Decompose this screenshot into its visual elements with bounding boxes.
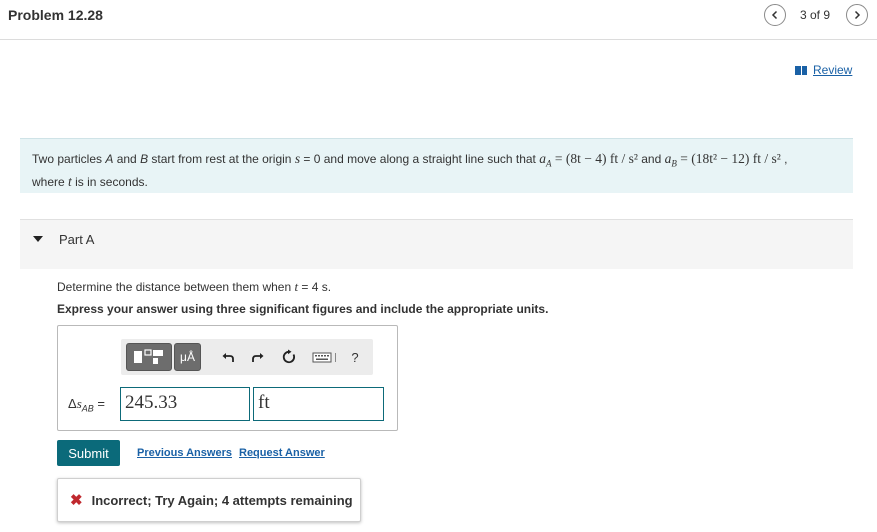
answer-value-input[interactable]: 245.33 bbox=[120, 387, 250, 421]
keyboard-icon bbox=[312, 352, 336, 363]
review-link-container[interactable]: Review bbox=[795, 63, 852, 77]
part-question: Determine the distance between them when… bbox=[57, 279, 332, 294]
answer-variable-label: ΔsAB = bbox=[68, 396, 105, 414]
particle-b: B bbox=[140, 152, 149, 166]
caret-down-icon bbox=[33, 236, 43, 242]
feedback-message: ✖ Incorrect; Try Again; 4 attempts remai… bbox=[57, 478, 361, 522]
reset-icon bbox=[282, 349, 295, 364]
answer-box: μÅ ? ΔsAB = 245.33 ft bbox=[57, 325, 398, 431]
chevron-left-icon bbox=[771, 10, 778, 20]
prompt-text: , bbox=[780, 152, 788, 166]
keyboard-button[interactable] bbox=[311, 347, 339, 367]
top-bar: Problem 12.28 3 of 9 bbox=[0, 0, 877, 40]
x-icon: ✖ bbox=[70, 492, 83, 509]
answer-instruction: Express your answer using three signific… bbox=[57, 302, 549, 316]
prompt-text: is in seconds. bbox=[71, 174, 148, 189]
accel-a-equation: aA = (8t − 4) ft / s² bbox=[539, 151, 638, 169]
redo-button[interactable] bbox=[248, 347, 268, 367]
prompt-text: Two particles bbox=[32, 152, 106, 166]
redo-icon bbox=[252, 353, 264, 362]
previous-problem-button[interactable] bbox=[764, 4, 786, 26]
part-a-header[interactable]: Part A bbox=[20, 219, 853, 269]
prompt-text: = 0 and move along a straight line such … bbox=[300, 152, 540, 166]
problem-pager: 3 of 9 bbox=[800, 8, 831, 22]
previous-answers-link[interactable]: Previous Answers bbox=[137, 447, 232, 459]
request-answer-link[interactable]: Request Answer bbox=[239, 447, 325, 459]
answer-units-input[interactable]: ft bbox=[253, 387, 384, 421]
problem-statement: Two particles A and B start from rest at… bbox=[20, 138, 853, 193]
templates-icon bbox=[134, 349, 163, 364]
chevron-right-icon bbox=[854, 10, 861, 20]
prompt-text: start from rest at the origin bbox=[148, 152, 295, 166]
units-icon: μÅ bbox=[180, 350, 195, 364]
prompt-text: and bbox=[637, 152, 665, 166]
prompt-text: and bbox=[113, 152, 141, 166]
review-link[interactable]: Review bbox=[813, 63, 852, 77]
help-button[interactable]: ? bbox=[345, 347, 365, 367]
problem-title: Problem 12.28 bbox=[8, 7, 103, 23]
templates-button[interactable] bbox=[126, 343, 172, 371]
math-toolbar: μÅ ? bbox=[121, 339, 373, 375]
feedback-text: Incorrect; Try Again; 4 attempts remaini… bbox=[91, 492, 353, 508]
next-problem-button[interactable] bbox=[846, 4, 868, 26]
undo-icon bbox=[222, 353, 234, 362]
submit-button[interactable]: Submit bbox=[57, 440, 120, 466]
help-icon: ? bbox=[351, 349, 359, 365]
reset-button[interactable] bbox=[279, 347, 299, 367]
accel-b-equation: aB = (18t² − 12) ft / s² bbox=[664, 151, 781, 169]
undo-button[interactable] bbox=[218, 347, 238, 367]
units-button[interactable]: μÅ bbox=[174, 343, 201, 371]
part-label: Part A bbox=[59, 232, 95, 247]
book-icon bbox=[795, 65, 807, 75]
prompt-text: where bbox=[32, 174, 69, 189]
